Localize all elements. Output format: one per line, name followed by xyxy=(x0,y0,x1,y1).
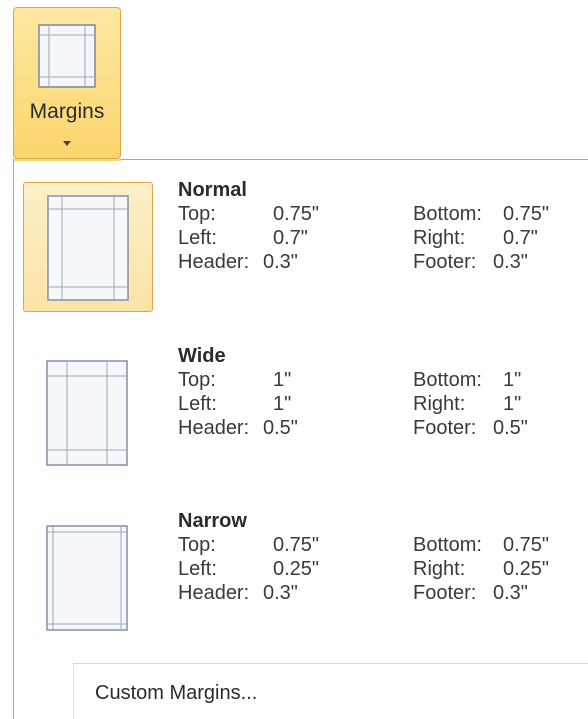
bottom-value: 1" xyxy=(503,369,522,391)
right-value: 0.7" xyxy=(503,227,538,249)
footer-label: Footer: xyxy=(413,251,477,273)
top-label: Top: xyxy=(178,369,216,391)
bottom-label: Bottom: xyxy=(413,534,482,556)
left-value: 1" xyxy=(273,393,292,415)
right-value: 1" xyxy=(503,393,522,415)
option-thumb-normal xyxy=(23,182,153,312)
option-title: Normal xyxy=(178,179,247,201)
page-wide-margins-icon xyxy=(46,360,128,466)
left-label: Left: xyxy=(178,558,217,580)
top-label: Top: xyxy=(178,203,216,225)
footer-value: 0.3" xyxy=(493,582,528,604)
bottom-label: Bottom: xyxy=(413,203,482,225)
margin-option-wide[interactable]: Wide Top: 1" Bottom: 1" Left: 1" Right: … xyxy=(23,345,588,478)
left-value: 0.25" xyxy=(273,558,320,580)
margin-option-narrow[interactable]: Narrow Top: 0.75" Bottom: 0.75" Left: 0.… xyxy=(23,510,588,643)
menu-connector xyxy=(14,159,121,161)
option-title: Wide xyxy=(178,345,226,367)
top-label: Top: xyxy=(178,534,216,556)
right-label: Right: xyxy=(413,227,466,249)
top-value: 0.75" xyxy=(273,534,320,556)
bottom-value: 0.75" xyxy=(503,203,550,225)
page-narrow-margins-icon xyxy=(46,525,128,631)
left-value: 0.7" xyxy=(273,227,308,249)
option-title: Narrow xyxy=(178,510,247,532)
page-normal-margins-icon xyxy=(47,195,129,301)
bottom-label: Bottom: xyxy=(413,369,482,391)
margins-dropdown-menu: Normal Top: 0.75" Bottom: 0.75" Left: 0.… xyxy=(13,159,588,719)
chevron-down-icon xyxy=(63,141,71,146)
header-value: 0.3" xyxy=(263,251,298,273)
right-label: Right: xyxy=(413,393,466,415)
header-label: Header: xyxy=(178,251,250,273)
margin-option-normal[interactable]: Normal Top: 0.75" Bottom: 0.75" Left: 0.… xyxy=(23,179,588,312)
custom-margins-item[interactable]: Custom Margins... xyxy=(75,665,588,719)
top-value: 0.75" xyxy=(273,203,320,225)
right-label: Right: xyxy=(413,558,466,580)
header-label: Header: xyxy=(178,417,250,439)
top-value: 1" xyxy=(273,369,292,391)
header-value: 0.5" xyxy=(263,417,298,439)
footer-label: Footer: xyxy=(413,582,477,604)
menu-divider xyxy=(73,663,588,664)
margins-button-label: Margins xyxy=(29,100,105,123)
page: Margins Normal Top: 0.75" Bottom: 0.75" … xyxy=(0,0,588,719)
header-label: Header: xyxy=(178,582,250,604)
footer-value: 0.5" xyxy=(493,417,528,439)
bottom-value: 0.75" xyxy=(503,534,550,556)
margins-button[interactable]: Margins xyxy=(13,7,121,159)
menu-gutter xyxy=(73,665,74,719)
option-thumb-wide xyxy=(23,348,153,478)
footer-value: 0.3" xyxy=(493,251,528,273)
left-label: Left: xyxy=(178,393,217,415)
footer-label: Footer: xyxy=(413,417,477,439)
header-value: 0.3" xyxy=(263,582,298,604)
right-value: 0.25" xyxy=(503,558,550,580)
option-thumb-narrow xyxy=(23,513,153,643)
custom-margins-label: Custom Margins... xyxy=(95,682,258,704)
page-margins-icon xyxy=(38,24,96,88)
left-label: Left: xyxy=(178,227,217,249)
